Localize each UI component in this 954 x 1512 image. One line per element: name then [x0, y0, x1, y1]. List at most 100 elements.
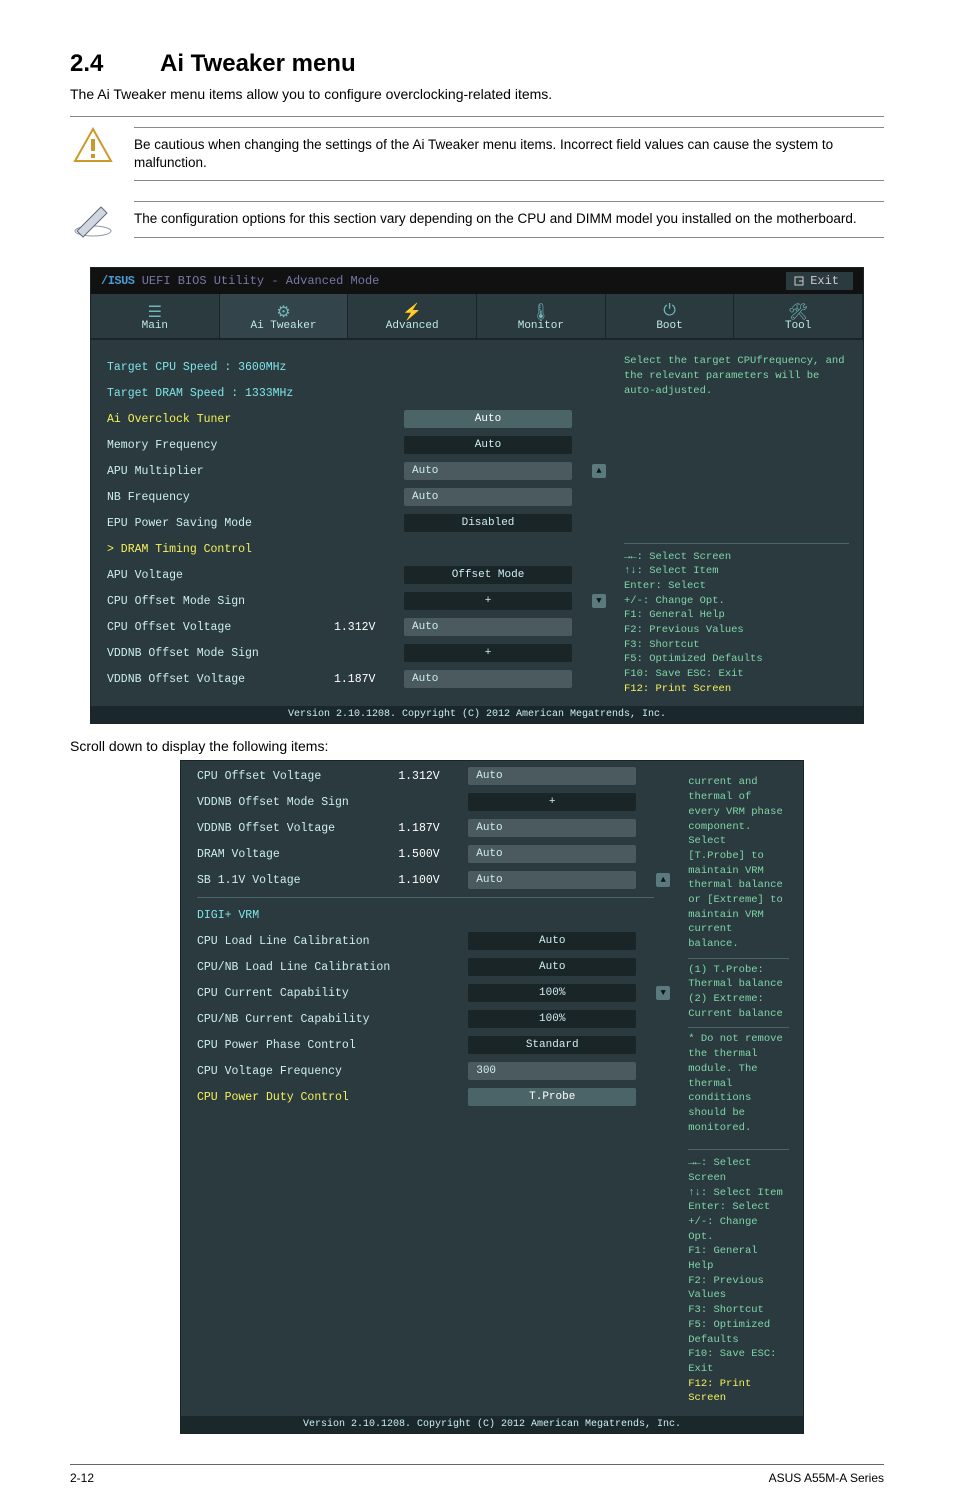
- bios-setting-row[interactable]: DRAM Voltage1.500VAuto: [197, 841, 674, 867]
- bios-setting-row[interactable]: VDDNB Offset Mode Sign +: [107, 640, 610, 666]
- setting-readout: 1.187V: [398, 822, 468, 835]
- page-footer: 2-12 ASUS A55M-A Series: [70, 1464, 884, 1491]
- setting-value[interactable]: 100%: [468, 984, 636, 1002]
- setting-label: VDDNB Offset Voltage: [197, 822, 398, 835]
- bios-setting-row[interactable]: CPU/NB Load Line Calibration Auto: [197, 954, 674, 980]
- tab-ai-tweaker[interactable]: ⚙Ai Tweaker: [220, 294, 349, 338]
- setting-readout: 1.312V: [334, 621, 404, 634]
- scroll-down-icon[interactable]: ▼: [592, 594, 606, 608]
- tab-tool[interactable]: 🛠Tool: [734, 294, 863, 338]
- page-number: 2-12: [70, 1471, 94, 1485]
- setting-value[interactable]: Offset Mode: [404, 566, 572, 584]
- bios-setting-row[interactable]: Ai Overclock Tuner Auto: [107, 406, 610, 432]
- bios-setting-row[interactable]: CPU Load Line Calibration Auto: [197, 928, 674, 954]
- setting-label: APU Voltage: [107, 569, 334, 582]
- setting-label: CPU Voltage Frequency: [197, 1065, 398, 1078]
- scroll-up-icon[interactable]: ▲: [592, 464, 606, 478]
- setting-value[interactable]: Disabled: [404, 514, 572, 532]
- setting-value[interactable]: Auto: [468, 819, 636, 837]
- tab-boot[interactable]: ⏻Boot: [606, 294, 735, 338]
- setting-value[interactable]: 300: [468, 1062, 636, 1080]
- setting-value[interactable]: +: [404, 592, 572, 610]
- setting-value[interactable]: Auto: [468, 958, 636, 976]
- info-note: The configuration options for this secti…: [70, 191, 884, 249]
- setting-label: CPU Offset Mode Sign: [107, 595, 334, 608]
- bios-setting-row[interactable]: APU Voltage Offset Mode: [107, 562, 610, 588]
- setting-label: CPU Power Duty Control: [197, 1091, 398, 1104]
- setting-value[interactable]: Auto: [468, 767, 636, 785]
- setting-value[interactable]: Auto: [404, 462, 572, 480]
- setting-value[interactable]: Standard: [468, 1036, 636, 1054]
- setting-value[interactable]: 100%: [468, 1010, 636, 1028]
- setting-value[interactable]: Auto: [468, 932, 636, 950]
- setting-label: Ai Overclock Tuner: [107, 413, 334, 426]
- bios-setting-row[interactable]: CPU Offset Mode Sign + ▼: [107, 588, 610, 614]
- setting-label: CPU/NB Load Line Calibration: [197, 961, 398, 974]
- setting-readout: 1.187V: [334, 673, 404, 686]
- tab-monitor[interactable]: 🌡Monitor: [477, 294, 606, 338]
- bios-setting-row[interactable]: VDDNB Offset Mode Sign +: [197, 789, 674, 815]
- exit-button[interactable]: Exit: [786, 272, 853, 290]
- setting-value[interactable]: T.Probe: [468, 1088, 636, 1106]
- setting-label: VDDNB Offset Mode Sign: [197, 796, 398, 809]
- key-legend: →←: Select Screen↑↓: Select ItemEnter: S…: [624, 543, 849, 697]
- exit-icon: [794, 276, 804, 286]
- bios-copyright: Version 2.10.1208. Copyright (C) 2012 Am…: [91, 706, 863, 723]
- bios-screenshot-1: /ISUS UEFI BIOS Utility - Advanced Mode …: [90, 267, 864, 724]
- setting-label: DRAM Voltage: [197, 848, 398, 861]
- bios-setting-row[interactable]: CPU Offset Voltage1.312VAuto: [197, 763, 674, 789]
- caution-note: Be cautious when changing the settings o…: [70, 116, 884, 191]
- scroll-note: Scroll down to display the following ite…: [70, 738, 884, 754]
- target-cpu-speed: Target CPU Speed : 3600MHz: [107, 361, 610, 374]
- key-legend-2: →←: Select Screen↑↓: Select ItemEnter: S…: [688, 1149, 789, 1406]
- bios-setting-row[interactable]: EPU Power Saving ModeDisabled: [107, 510, 610, 536]
- bios-setting-row[interactable]: SB 1.1V Voltage1.100VAuto▲: [197, 867, 674, 893]
- setting-readout: 1.500V: [398, 848, 468, 861]
- bios-setting-row[interactable]: APU Multiplier Auto ▲: [107, 458, 610, 484]
- bios-setting-row[interactable]: VDDNB Offset Voltage1.187VAuto: [107, 666, 610, 692]
- setting-label: CPU Current Capability: [197, 987, 398, 1000]
- setting-value[interactable]: +: [404, 644, 572, 662]
- setting-value[interactable]: Auto: [404, 436, 572, 454]
- scroll-down-icon[interactable]: ▼: [656, 986, 670, 1000]
- tab-advanced[interactable]: ⚡Advanced: [348, 294, 477, 338]
- bios-setting-row[interactable]: > DRAM Timing Control: [107, 536, 610, 562]
- digi-vrm-header: DIGI+ VRM: [197, 909, 674, 922]
- setting-value[interactable]: Auto: [404, 488, 572, 506]
- help-text-2: current and thermal of every VRM phase c…: [688, 775, 789, 1141]
- bios-setting-row[interactable]: CPU Current Capability 100% ▼: [197, 980, 674, 1006]
- scroll-up-icon[interactable]: ▲: [656, 873, 670, 887]
- bios-setting-row[interactable]: CPU Offset Voltage1.312VAuto: [107, 614, 610, 640]
- bios-setting-row[interactable]: CPU Voltage Frequency 300: [197, 1058, 674, 1084]
- setting-value[interactable]: Auto: [468, 871, 636, 889]
- setting-label: CPU Offset Voltage: [107, 621, 334, 634]
- pen-icon: [71, 201, 115, 239]
- setting-label: > DRAM Timing Control: [107, 543, 350, 556]
- setting-label: Memory Frequency: [107, 439, 334, 452]
- setting-readout: 1.312V: [398, 770, 468, 783]
- target-dram-speed: Target DRAM Speed : 1333MHz: [107, 387, 610, 400]
- setting-value[interactable]: Auto: [404, 618, 572, 636]
- setting-label: CPU Power Phase Control: [197, 1039, 398, 1052]
- bios-setting-row[interactable]: NB Frequency Auto: [107, 484, 610, 510]
- setting-label: CPU/NB Current Capability: [197, 1013, 398, 1026]
- setting-value[interactable]: +: [468, 793, 636, 811]
- setting-value[interactable]: Auto: [468, 845, 636, 863]
- footer-product: ASUS A55M-A Series: [769, 1471, 884, 1485]
- bios-setting-row[interactable]: CPU Power Phase Control Standard: [197, 1032, 674, 1058]
- bios-setting-row[interactable]: VDDNB Offset Voltage1.187VAuto: [197, 815, 674, 841]
- setting-value[interactable]: Auto: [404, 670, 572, 688]
- bios-setting-row[interactable]: Memory Frequency Auto: [107, 432, 610, 458]
- intro-text: The Ai Tweaker menu items allow you to c…: [70, 86, 884, 102]
- setting-label: VDDNB Offset Mode Sign: [107, 647, 334, 660]
- section-heading: 2.4Ai Tweaker menu: [70, 50, 884, 78]
- setting-label: SB 1.1V Voltage: [197, 874, 398, 887]
- setting-label: NB Frequency: [107, 491, 334, 504]
- tab-main[interactable]: ☰Main: [91, 294, 220, 338]
- bios-setting-row[interactable]: CPU Power Duty Control T.Probe: [197, 1084, 674, 1110]
- setting-label: CPU Offset Voltage: [197, 770, 398, 783]
- setting-label: APU Multiplier: [107, 465, 334, 478]
- setting-label: CPU Load Line Calibration: [197, 935, 398, 948]
- setting-value[interactable]: Auto: [404, 410, 572, 428]
- bios-setting-row[interactable]: CPU/NB Current Capability 100%: [197, 1006, 674, 1032]
